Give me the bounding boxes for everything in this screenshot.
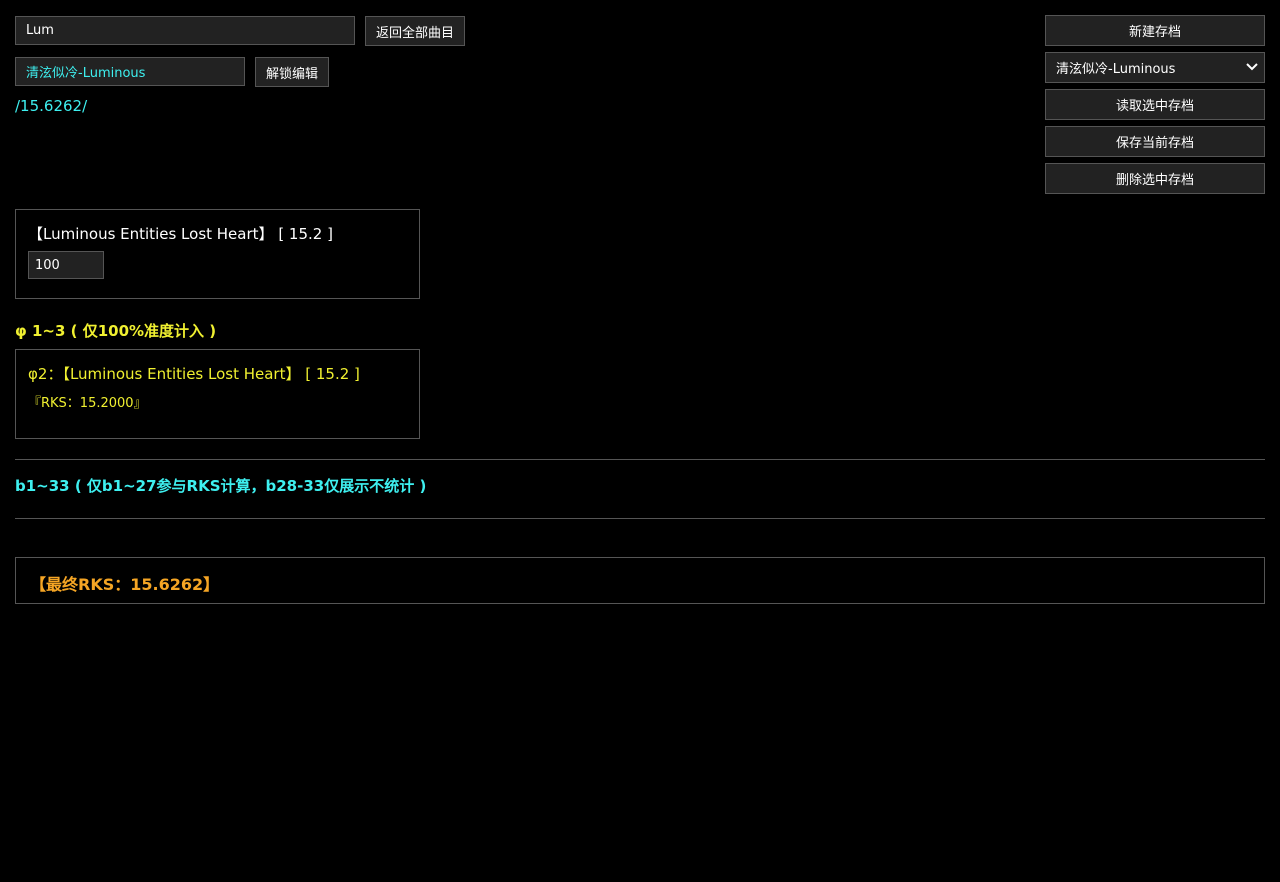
phi-entry-title: φ2：【Luminous Entities Lost Heart】 [ 15.2… xyxy=(28,363,360,384)
final-rks-card: 【最终RKS：15.6262】 xyxy=(15,557,1265,604)
final-rks-text: 【最终RKS：15.6262】 xyxy=(30,575,220,594)
store-save-label: 保存当前存档 xyxy=(1115,136,1194,151)
new-save-button[interactable]: 新建存档 xyxy=(1045,15,1265,46)
song-level: [ 15.2 ] xyxy=(278,225,333,243)
divider-bottom xyxy=(15,518,1265,519)
save-name-value: 清泫似冷-Luminous xyxy=(26,66,146,81)
chevron-down-icon xyxy=(1246,60,1258,75)
accuracy-input[interactable]: 100 xyxy=(28,251,104,279)
phi-entry-level: [ 15.2 ] xyxy=(305,365,360,383)
back-to-all-songs-button[interactable]: 返回全部曲目 xyxy=(365,16,465,46)
save-select-dropdown[interactable]: 清泫似冷-Luminous xyxy=(1045,52,1265,83)
store-save-button[interactable]: 保存当前存档 xyxy=(1045,126,1265,157)
phi-section-heading: φ 1~3 ( 仅100%准度计入 ) xyxy=(15,322,217,340)
rks-path-text: /15.6262/ xyxy=(15,97,88,115)
divider-top xyxy=(15,459,1265,460)
song-card-title: 【Luminous Entities Lost Heart】 [ 15.2 ] xyxy=(28,223,333,244)
new-save-label: 新建存档 xyxy=(1128,25,1181,40)
unlock-edit-label: 解锁编辑 xyxy=(266,66,319,82)
search-input[interactable]: Lum xyxy=(15,16,355,45)
accuracy-value: 100 xyxy=(35,257,60,273)
search-input-value: Lum xyxy=(26,23,54,38)
load-save-button[interactable]: 读取选中存档 xyxy=(1045,89,1265,120)
back-to-all-songs-label: 返回全部曲目 xyxy=(376,25,455,41)
phi-entry-prefix: φ2： xyxy=(28,365,63,383)
save-select-value: 清泫似冷-Luminous xyxy=(1056,62,1176,77)
save-name-field[interactable]: 清泫似冷-Luminous xyxy=(15,57,245,86)
delete-save-label: 删除选中存档 xyxy=(1115,173,1194,188)
song-card: 【Luminous Entities Lost Heart】 [ 15.2 ] … xyxy=(15,209,420,299)
b-section-heading: b1~33 ( 仅b1~27参与RKS计算，b28-33仅展示不统计 ) xyxy=(15,477,427,495)
unlock-edit-button[interactable]: 解锁编辑 xyxy=(255,57,329,87)
phi-entry-card: φ2：【Luminous Entities Lost Heart】 [ 15.2… xyxy=(15,349,420,439)
load-save-label: 读取选中存档 xyxy=(1115,99,1194,114)
phi-entry-rks: 『RKS：15.2000』 xyxy=(28,396,147,411)
song-title: 【Luminous Entities Lost Heart】 xyxy=(28,225,274,243)
page: Lum 返回全部曲目 清泫似冷-Luminous 解锁编辑 /15.6262/ … xyxy=(0,0,1280,882)
phi-entry-song: 【Luminous Entities Lost Heart】 xyxy=(62,365,301,383)
delete-save-button[interactable]: 删除选中存档 xyxy=(1045,163,1265,194)
